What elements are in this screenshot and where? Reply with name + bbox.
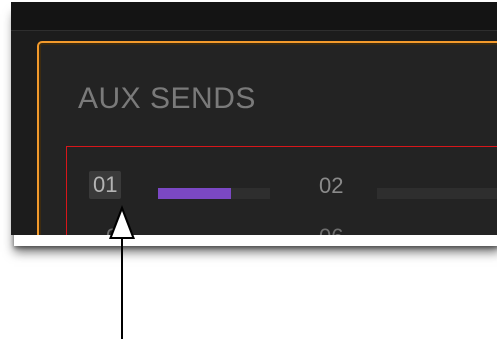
screen-clip: AUX SENDS 01 02 05 06 [11,2,497,235]
send-01-level-meter[interactable] [158,188,270,199]
send-02-level-meter[interactable] [377,188,497,199]
send-06-button[interactable]: 06 [319,224,343,235]
send-01-button[interactable]: 01 [89,171,122,199]
arrow-up-icon-inner [112,211,132,237]
panel-title: AUX SENDS [78,82,256,115]
send-02-button[interactable]: 02 [319,173,343,199]
callout-line [121,236,123,339]
send-01-level-fill [158,188,231,199]
